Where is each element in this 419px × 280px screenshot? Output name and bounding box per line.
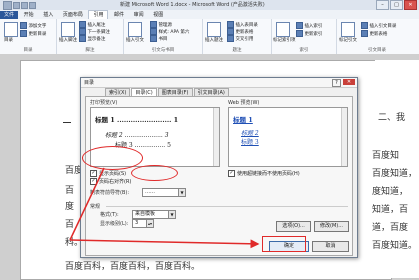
annotation-line <box>69 167 105 241</box>
annotation-arrows <box>69 167 260 249</box>
annotation-arrow <box>69 239 260 249</box>
